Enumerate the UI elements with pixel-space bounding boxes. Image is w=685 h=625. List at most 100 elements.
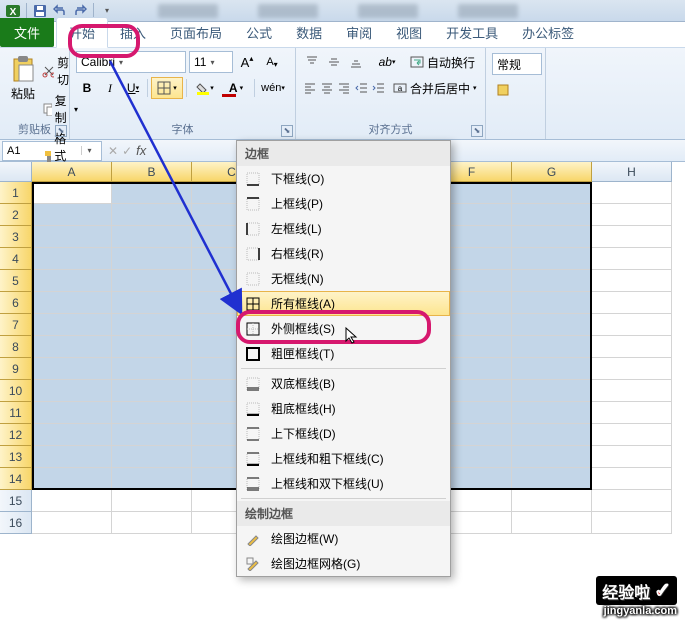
cell[interactable] bbox=[592, 402, 672, 424]
border-menu-item[interactable]: 上下框线(D) bbox=[237, 421, 450, 446]
cell[interactable] bbox=[512, 424, 592, 446]
cell[interactable] bbox=[32, 490, 112, 512]
align-bottom-button[interactable] bbox=[346, 51, 367, 73]
fill-color-button[interactable]: ▾ bbox=[190, 77, 220, 99]
cell[interactable] bbox=[112, 248, 192, 270]
cell[interactable] bbox=[32, 402, 112, 424]
bold-button[interactable]: B bbox=[76, 77, 98, 99]
cell[interactable] bbox=[592, 512, 672, 534]
cell[interactable] bbox=[32, 358, 112, 380]
orientation-button[interactable]: ab▾ bbox=[374, 51, 400, 73]
border-button[interactable]: ▾ bbox=[151, 77, 183, 99]
cell[interactable] bbox=[592, 182, 672, 204]
cell[interactable] bbox=[112, 336, 192, 358]
cell[interactable] bbox=[32, 248, 112, 270]
cell[interactable] bbox=[592, 490, 672, 512]
cell[interactable] bbox=[592, 204, 672, 226]
currency-button[interactable] bbox=[492, 79, 514, 101]
clipboard-dialog-launcher[interactable]: ⬊ bbox=[55, 125, 67, 137]
row-header-4[interactable]: 4 bbox=[0, 248, 32, 270]
cell[interactable] bbox=[592, 248, 672, 270]
cell[interactable] bbox=[512, 490, 592, 512]
paste-button[interactable]: 粘贴 bbox=[6, 51, 40, 106]
cell[interactable] bbox=[512, 512, 592, 534]
select-all-corner[interactable] bbox=[0, 162, 32, 182]
cell[interactable] bbox=[32, 512, 112, 534]
font-size-combo[interactable]: 11▾ bbox=[189, 51, 233, 73]
row-header-8[interactable]: 8 bbox=[0, 336, 32, 358]
row-header-6[interactable]: 6 bbox=[0, 292, 32, 314]
cell[interactable] bbox=[112, 358, 192, 380]
cell[interactable] bbox=[512, 292, 592, 314]
cell[interactable] bbox=[32, 226, 112, 248]
border-menu-item[interactable]: 双底框线(B) bbox=[237, 371, 450, 396]
border-menu-item[interactable]: 绘图边框(W) bbox=[237, 526, 450, 551]
cell[interactable] bbox=[112, 402, 192, 424]
border-menu-item[interactable]: 右框线(R) bbox=[237, 241, 450, 266]
cell[interactable] bbox=[512, 226, 592, 248]
border-menu-item[interactable]: 左框线(L) bbox=[237, 216, 450, 241]
number-format-combo[interactable]: 常规 bbox=[492, 53, 542, 75]
row-header-7[interactable]: 7 bbox=[0, 314, 32, 336]
wrap-text-button[interactable]: 自动换行 bbox=[406, 52, 479, 73]
row-header-2[interactable]: 2 bbox=[0, 204, 32, 226]
col-header-G[interactable]: G bbox=[512, 162, 592, 182]
tab-dev[interactable]: 开发工具 bbox=[434, 18, 510, 47]
cell[interactable] bbox=[112, 314, 192, 336]
cell[interactable] bbox=[592, 468, 672, 490]
cell[interactable] bbox=[112, 204, 192, 226]
cell[interactable] bbox=[112, 468, 192, 490]
row-header-10[interactable]: 10 bbox=[0, 380, 32, 402]
fx-icon[interactable]: fx bbox=[136, 143, 146, 158]
font-color-button[interactable]: A▾ bbox=[221, 77, 251, 99]
row-header-11[interactable]: 11 bbox=[0, 402, 32, 424]
tab-home[interactable]: 开始 bbox=[56, 17, 108, 48]
row-header-13[interactable]: 13 bbox=[0, 446, 32, 468]
border-menu-item[interactable]: 绘图边框网格(G) bbox=[237, 551, 450, 576]
cell[interactable] bbox=[112, 292, 192, 314]
cell[interactable] bbox=[112, 490, 192, 512]
border-menu-item[interactable]: 所有框线(A) bbox=[237, 291, 450, 316]
border-menu-item[interactable]: 粗匣框线(T) bbox=[237, 341, 450, 366]
decrease-indent-button[interactable] bbox=[354, 77, 370, 99]
col-header-H[interactable]: H bbox=[592, 162, 672, 182]
border-menu-item[interactable]: 上框线(P) bbox=[237, 191, 450, 216]
align-center-button[interactable] bbox=[319, 77, 335, 99]
col-header-A[interactable]: A bbox=[32, 162, 112, 182]
cell[interactable] bbox=[512, 182, 592, 204]
shrink-font-button[interactable]: A▾ bbox=[261, 51, 283, 73]
row-header-12[interactable]: 12 bbox=[0, 424, 32, 446]
cell[interactable] bbox=[112, 270, 192, 292]
cell[interactable] bbox=[592, 226, 672, 248]
cell[interactable] bbox=[592, 380, 672, 402]
cell[interactable] bbox=[512, 204, 592, 226]
underline-button[interactable]: U▾ bbox=[122, 77, 144, 99]
cell[interactable] bbox=[512, 314, 592, 336]
phonetic-button[interactable]: wén▾ bbox=[258, 77, 288, 99]
row-header-16[interactable]: 16 bbox=[0, 512, 32, 534]
cell[interactable] bbox=[512, 248, 592, 270]
font-name-combo[interactable]: Calibri▾ bbox=[76, 51, 186, 73]
tab-data[interactable]: 数据 bbox=[284, 18, 334, 47]
tab-office[interactable]: 办公标签 bbox=[510, 18, 586, 47]
cell[interactable] bbox=[112, 182, 192, 204]
cell[interactable] bbox=[512, 446, 592, 468]
cell[interactable] bbox=[32, 314, 112, 336]
cell[interactable] bbox=[112, 380, 192, 402]
cell[interactable] bbox=[512, 468, 592, 490]
cell[interactable] bbox=[32, 270, 112, 292]
tab-review[interactable]: 审阅 bbox=[334, 18, 384, 47]
border-menu-item[interactable]: 外侧框线(S) bbox=[237, 316, 450, 341]
cell[interactable] bbox=[592, 446, 672, 468]
row-header-3[interactable]: 3 bbox=[0, 226, 32, 248]
cell[interactable] bbox=[112, 512, 192, 534]
cancel-icon[interactable]: ✕ bbox=[108, 144, 118, 158]
align-middle-button[interactable] bbox=[324, 51, 345, 73]
row-header-1[interactable]: 1 bbox=[0, 182, 32, 204]
cell[interactable] bbox=[112, 226, 192, 248]
cell[interactable] bbox=[32, 182, 112, 204]
row-header-9[interactable]: 9 bbox=[0, 358, 32, 380]
cell[interactable] bbox=[32, 446, 112, 468]
row-header-14[interactable]: 14 bbox=[0, 468, 32, 490]
cell[interactable] bbox=[592, 358, 672, 380]
